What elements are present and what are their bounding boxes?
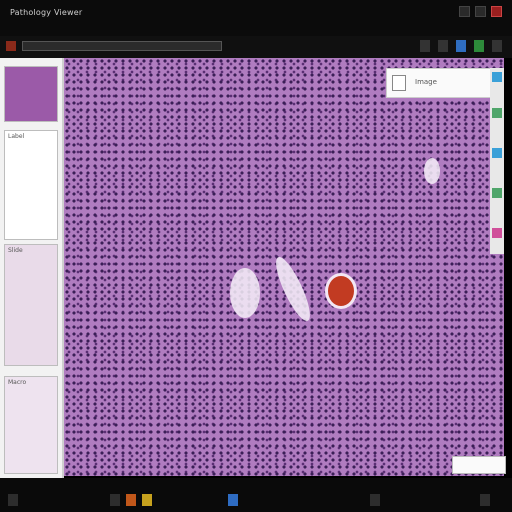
settings-icon[interactable] <box>492 40 502 52</box>
tool-icon[interactable] <box>438 40 448 52</box>
zoom-icon[interactable] <box>456 40 466 52</box>
taskbar-app-icon[interactable] <box>126 494 136 506</box>
tool-button-icon[interactable] <box>492 72 502 82</box>
thumbnail-overview[interactable] <box>4 66 58 122</box>
start-icon[interactable] <box>8 494 18 506</box>
red-blood-cell-cluster <box>328 276 354 306</box>
url-field[interactable] <box>22 41 222 51</box>
thumbnail-caption: Label <box>8 133 25 140</box>
thumbnail-sidebar: Label Slide Macro <box>0 58 64 478</box>
window-title: Pathology Viewer <box>10 8 83 17</box>
scale-bar <box>452 456 506 474</box>
minimize-icon[interactable] <box>459 6 470 17</box>
right-toolbar <box>490 68 504 254</box>
toolbar-icons <box>420 40 502 52</box>
tool-icon[interactable] <box>420 40 430 52</box>
tool-button-icon[interactable] <box>492 188 502 198</box>
tool-button-icon[interactable] <box>492 148 502 158</box>
thumbnail-caption: Macro <box>8 379 27 386</box>
thumbnail-slide[interactable]: Slide <box>4 244 58 366</box>
taskbar <box>0 478 512 512</box>
tissue-gap <box>270 253 316 325</box>
taskbar-app-icon[interactable] <box>142 494 152 506</box>
info-label: Image <box>415 78 437 86</box>
tissue-gap <box>424 158 440 184</box>
thumbnail-caption: Slide <box>8 247 23 254</box>
title-bar: Pathology Viewer <box>0 0 512 36</box>
thumbnail-macro[interactable]: Macro <box>4 376 58 474</box>
taskbar-app-icon[interactable] <box>110 494 120 506</box>
address-bar <box>0 36 512 58</box>
maximize-icon[interactable] <box>475 6 486 17</box>
window-controls <box>459 6 502 17</box>
close-icon[interactable] <box>491 6 502 17</box>
taskbar-app-icon[interactable] <box>228 494 238 506</box>
app-icon <box>6 41 16 51</box>
clock-icon <box>480 494 490 506</box>
tissue-gap <box>230 268 260 318</box>
tool-button-icon[interactable] <box>492 228 502 238</box>
ok-icon[interactable] <box>474 40 484 52</box>
slide-viewport[interactable] <box>64 58 504 476</box>
tool-button-icon[interactable] <box>492 108 502 118</box>
taskbar-app-icon[interactable] <box>370 494 380 506</box>
thumbnail-label[interactable]: Label <box>4 130 58 240</box>
info-panel: Image <box>386 68 492 98</box>
document-icon <box>392 75 406 91</box>
